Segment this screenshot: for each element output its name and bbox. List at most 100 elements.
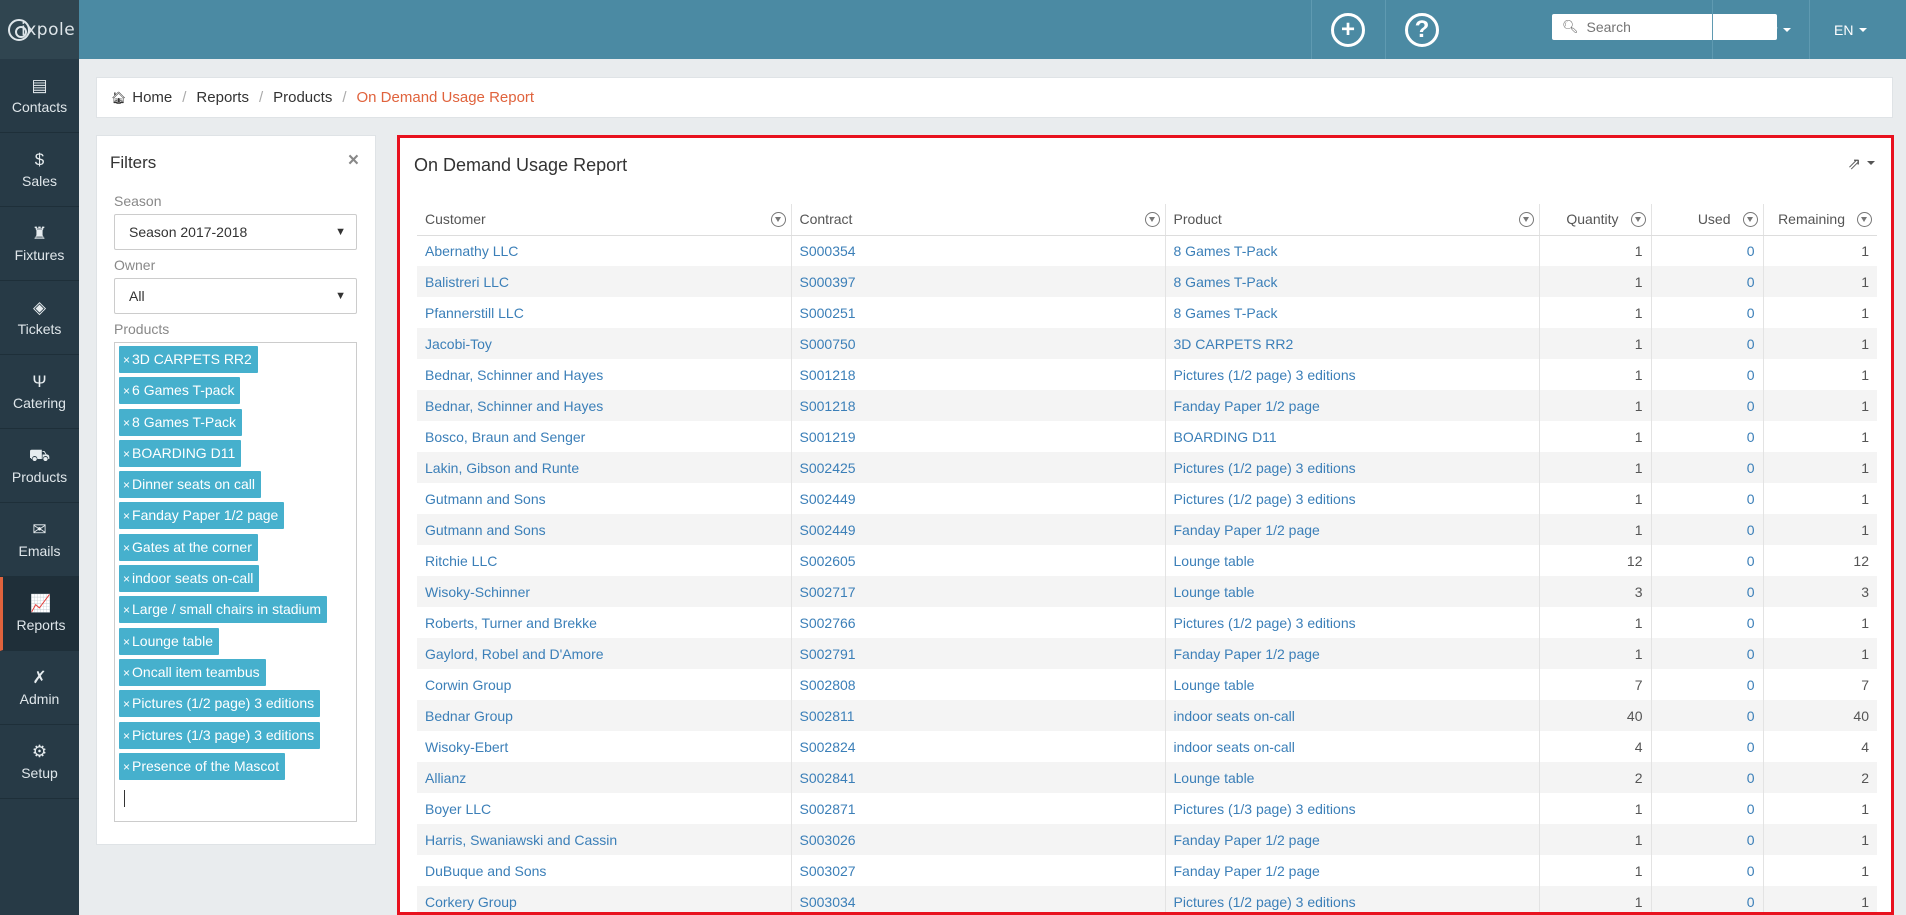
used-cell[interactable]: 0 <box>1650 638 1763 669</box>
nav-item-emails[interactable]: ✉ Emails <box>0 503 79 577</box>
customer-cell[interactable]: Gutmann and Sons <box>417 483 791 514</box>
customer-cell[interactable]: Balistreri LLC <box>417 266 791 297</box>
used-cell[interactable]: 0 <box>1650 576 1763 607</box>
product-cell[interactable]: Pictures (1/2 page) 3 editions <box>1164 452 1539 483</box>
contract-cell[interactable]: S002717 <box>790 576 1165 607</box>
contract-cell[interactable]: S002425 <box>790 452 1165 483</box>
contract-cell[interactable]: S002808 <box>790 669 1165 700</box>
contract-cell[interactable]: S001218 <box>790 359 1165 390</box>
customer-cell[interactable]: Corwin Group <box>417 669 791 700</box>
nav-item-catering[interactable]: Ψ Catering <box>0 355 79 429</box>
product-tag[interactable]: × Dinner seats on call <box>119 471 261 499</box>
contract-cell[interactable]: S003034 <box>790 886 1165 912</box>
product-tag[interactable]: × 6 Games T-pack <box>119 377 241 405</box>
contract-cell[interactable]: S002766 <box>790 607 1165 638</box>
customer-cell[interactable]: Roberts, Turner and Brekke <box>417 607 791 638</box>
customer-cell[interactable]: Bednar, Schinner and Hayes <box>417 359 791 390</box>
nav-item-admin[interactable]: ✗ Admin <box>0 651 79 725</box>
product-cell[interactable]: Lounge table <box>1164 762 1539 793</box>
product-cell[interactable]: Fanday Paper 1/2 page <box>1164 824 1539 855</box>
used-cell[interactable]: 0 <box>1650 545 1763 576</box>
used-cell[interactable]: 0 <box>1650 266 1763 297</box>
customer-cell[interactable]: Bednar Group <box>417 700 791 731</box>
contract-cell[interactable]: S002449 <box>790 483 1165 514</box>
column-header-used[interactable]: Used <box>1650 204 1763 236</box>
used-cell[interactable]: 0 <box>1650 483 1763 514</box>
contract-cell[interactable]: S002811 <box>790 700 1165 731</box>
column-filter-icon[interactable] <box>1630 212 1646 227</box>
contract-cell[interactable]: S002449 <box>790 514 1165 545</box>
logo[interactable]: ixpole <box>0 0 79 59</box>
product-cell[interactable]: Fanday Paper 1/2 page <box>1164 514 1539 545</box>
column-header-quantity[interactable]: Quantity <box>1538 204 1651 236</box>
used-cell[interactable]: 0 <box>1650 793 1763 824</box>
remove-tag-icon[interactable]: × <box>123 697 130 711</box>
product-tag[interactable]: × Pictures (1/2 page) 3 editions <box>119 690 321 718</box>
contract-cell[interactable]: S000354 <box>790 235 1165 266</box>
remove-tag-icon[interactable]: × <box>123 478 130 492</box>
used-cell[interactable]: 0 <box>1650 824 1763 855</box>
customer-cell[interactable]: Lakin, Gibson and Runte <box>417 452 791 483</box>
product-tag[interactable]: × indoor seats on-call <box>119 565 260 593</box>
contract-cell[interactable]: S003027 <box>790 855 1165 886</box>
used-cell[interactable]: 0 <box>1650 855 1763 886</box>
used-cell[interactable]: 0 <box>1650 297 1763 328</box>
customer-cell[interactable]: Gutmann and Sons <box>417 514 791 545</box>
remove-tag-icon[interactable]: × <box>123 729 130 743</box>
customer-cell[interactable]: DuBuque and Sons <box>417 855 791 886</box>
help-button[interactable]: ? <box>1385 0 1458 59</box>
product-cell[interactable]: 8 Games T-Pack <box>1164 266 1539 297</box>
remove-tag-icon[interactable]: × <box>123 541 130 555</box>
product-cell[interactable]: 3D CARPETS RR2 <box>1164 328 1539 359</box>
contract-cell[interactable]: S002824 <box>790 731 1165 762</box>
column-header-product[interactable]: Product <box>1164 204 1539 236</box>
contract-cell[interactable]: S001219 <box>790 421 1165 452</box>
product-cell[interactable]: Fanday Paper 1/2 page <box>1164 855 1539 886</box>
product-cell[interactable]: 8 Games T-Pack <box>1164 235 1539 266</box>
customer-cell[interactable]: Corkery Group <box>417 886 791 912</box>
column-filter-icon[interactable] <box>1518 212 1534 227</box>
owner-select[interactable]: All ▼ <box>114 278 357 314</box>
column-filter-icon[interactable] <box>1857 212 1872 227</box>
column-header-contract[interactable]: Contract <box>790 204 1165 236</box>
product-tag[interactable]: × 8 Games T-Pack <box>119 408 243 436</box>
customer-cell[interactable]: Gaylord, Robel and D'Amore <box>417 638 791 669</box>
customer-cell[interactable]: Bednar, Schinner and Hayes <box>417 390 791 421</box>
language-menu[interactable]: EN <box>1809 0 1906 59</box>
customer-cell[interactable]: Wisoky-Schinner <box>417 576 791 607</box>
used-cell[interactable]: 0 <box>1650 390 1763 421</box>
product-tag[interactable]: × BOARDING D11 <box>119 439 242 467</box>
customer-cell[interactable]: Jacobi-Toy <box>417 328 791 359</box>
used-cell[interactable]: 0 <box>1650 700 1763 731</box>
used-cell[interactable]: 0 <box>1650 328 1763 359</box>
product-tag[interactable]: × 3D CARPETS RR2 <box>119 346 258 373</box>
customer-cell[interactable]: Wisoky-Ebert <box>417 731 791 762</box>
remove-tag-icon[interactable]: × <box>123 760 130 774</box>
customer-cell[interactable]: Abernathy LLC <box>417 235 791 266</box>
customer-cell[interactable]: Boyer LLC <box>417 793 791 824</box>
contract-cell[interactable]: S001218 <box>790 390 1165 421</box>
product-cell[interactable]: Pictures (1/2 page) 3 editions <box>1164 886 1539 912</box>
used-cell[interactable]: 0 <box>1650 421 1763 452</box>
close-filters-button[interactable]: × <box>348 150 359 172</box>
product-tag[interactable]: × Gates at the corner <box>119 533 258 561</box>
product-cell[interactable]: BOARDING D11 <box>1164 421 1539 452</box>
product-tag[interactable]: × Pictures (1/3 page) 3 editions <box>119 721 321 749</box>
column-header-customer[interactable]: Customer <box>417 204 791 236</box>
user-menu[interactable]: Robby <box>1712 0 1809 59</box>
used-cell[interactable]: 0 <box>1650 669 1763 700</box>
product-tag[interactable]: × Fanday Paper 1/2 page <box>119 502 285 530</box>
product-cell[interactable]: Fanday Paper 1/2 page <box>1164 638 1539 669</box>
customer-cell[interactable]: Bosco, Braun and Senger <box>417 421 791 452</box>
breadcrumb-home[interactable]: Home <box>132 89 172 106</box>
remove-tag-icon[interactable]: × <box>123 447 130 461</box>
customer-cell[interactable]: Allianz <box>417 762 791 793</box>
product-cell[interactable]: Lounge table <box>1164 545 1539 576</box>
products-multiselect[interactable]: × 3D CARPETS RR2 × 6 Games T-pack × 8 Games T… <box>114 342 357 822</box>
used-cell[interactable]: 0 <box>1650 762 1763 793</box>
product-cell[interactable]: Pictures (1/2 page) 3 editions <box>1164 359 1539 390</box>
column-filter-icon[interactable] <box>770 212 786 227</box>
used-cell[interactable]: 0 <box>1650 359 1763 390</box>
product-cell[interactable]: Lounge table <box>1164 576 1539 607</box>
customer-cell[interactable]: Harris, Swaniawski and Cassin <box>417 824 791 855</box>
